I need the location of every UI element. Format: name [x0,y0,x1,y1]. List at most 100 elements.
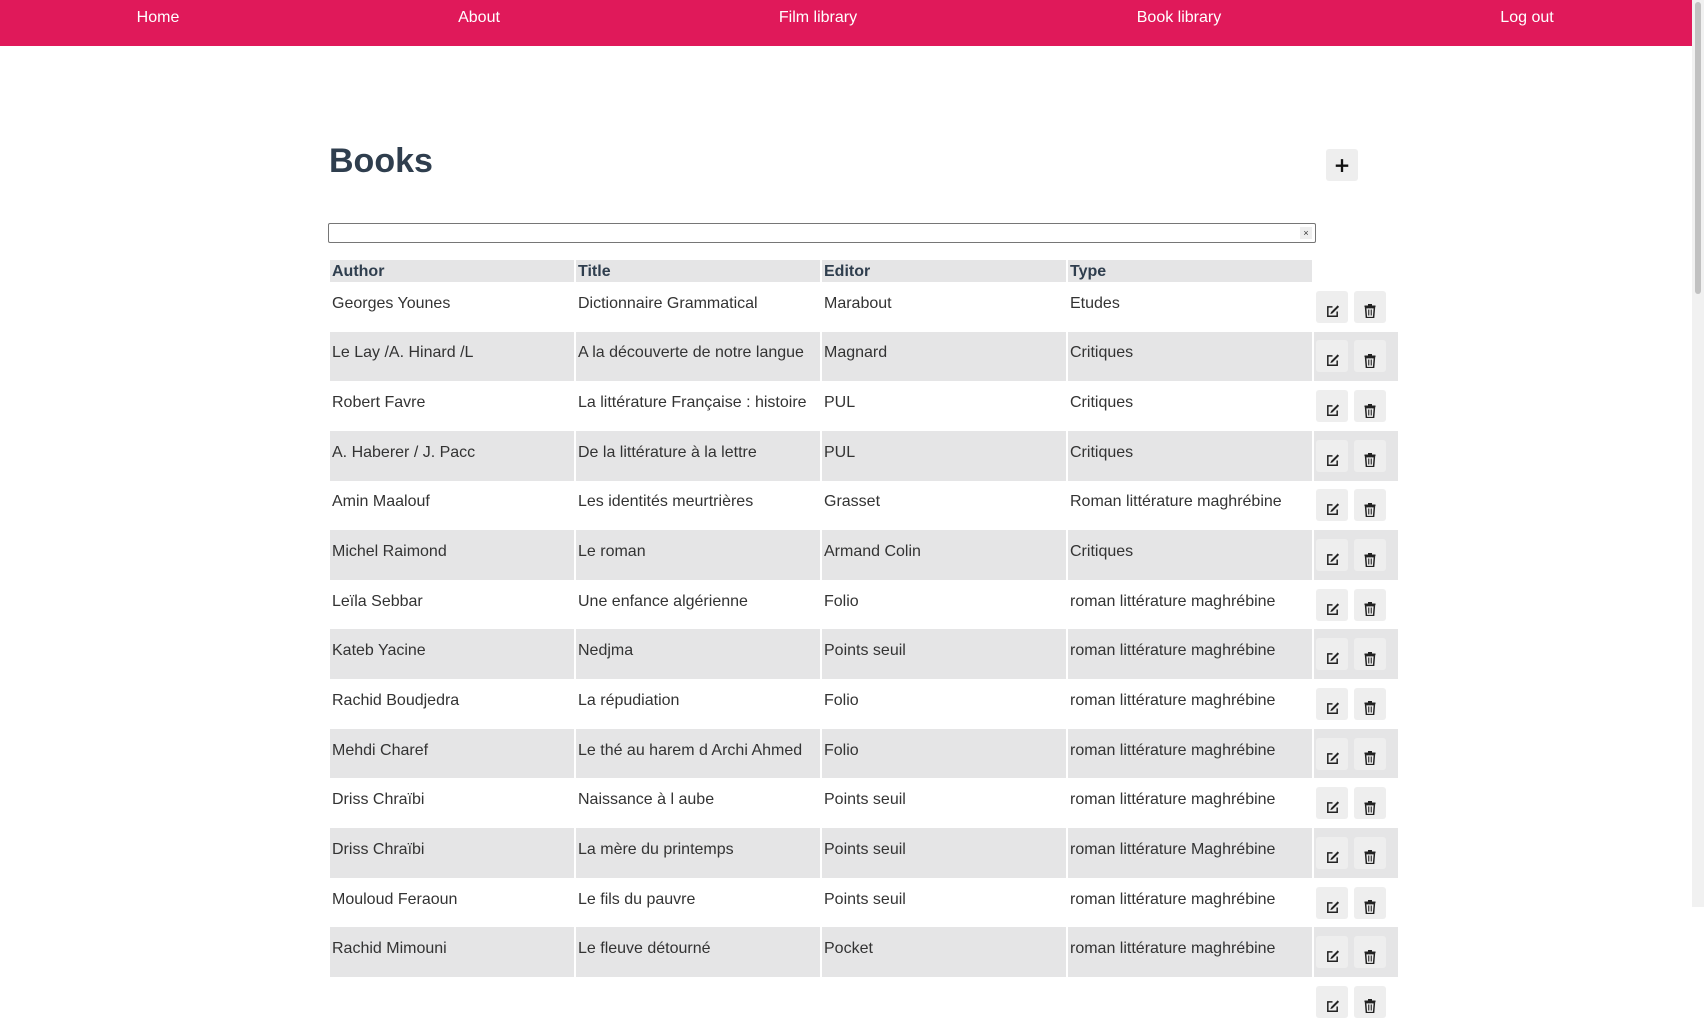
delete-button[interactable] [1354,390,1386,423]
edit-icon [1316,701,1348,716]
author-cell: Rachid Mimouni [330,927,574,977]
edit-button[interactable] [1316,390,1348,423]
author-cell: Driss Chraïbi [332,791,425,809]
delete-button[interactable] [1354,638,1386,671]
delete-button[interactable] [1354,985,1386,1018]
author-cell: Driss Chraïbi [330,828,574,878]
edit-button[interactable] [1316,439,1348,472]
delete-button[interactable] [1354,787,1386,820]
type-cell: Critiques [1068,530,1312,580]
trash-icon [1354,949,1386,964]
edit-button[interactable] [1316,340,1348,373]
author-cell: Michel Raimond [330,530,574,580]
row-actions [1314,481,1398,531]
nav-home-link[interactable]: Home [137,9,180,27]
edit-button[interactable] [1316,936,1348,969]
trash-icon [1354,701,1386,716]
title-cell: Une enfance algérienne [578,592,748,610]
edit-button[interactable] [1316,737,1348,770]
add-book-button[interactable]: + [1326,149,1358,181]
edit-button[interactable] [1316,588,1348,621]
delete-button[interactable] [1354,687,1386,720]
delete-button[interactable] [1354,340,1386,373]
search-box: × [328,223,1316,243]
row-actions [1314,530,1398,580]
editor-cell: PUL [822,430,1066,481]
title-cell: Naissance à l aube [578,791,715,809]
column-header-author: Author [330,260,574,282]
edit-icon [1316,304,1348,319]
table-row: Amin Maalouf Les identités meurtrières Gra… [330,481,1398,531]
edit-button[interactable] [1316,985,1348,1018]
page-scrollbar[interactable] [1692,0,1704,907]
trash-icon [1354,900,1386,914]
delete-button[interactable] [1354,290,1386,323]
edit-button[interactable] [1316,638,1348,671]
editor-cell: Points seuil [822,629,1066,680]
edit-button[interactable] [1316,787,1348,820]
editor-cell: Magnard [822,331,1066,382]
delete-button[interactable] [1354,539,1386,572]
table-row: Rachid Boudjedra La répudiation Folio roman… [330,679,1398,729]
delete-button[interactable] [1354,936,1386,969]
edit-icon [1316,552,1348,567]
delete-button[interactable] [1354,836,1386,869]
type-cell: Roman littérature maghrébine [1070,493,1282,511]
table-row: Rachid Mimouni Le fleuve détourné Pocket ro… [330,927,1398,977]
table-row: Le Lay /A. Hinard /L A la découverte de n… [330,331,1398,382]
nav-book-library-link[interactable]: Book library [1137,9,1221,27]
author-cell: Amin Maalouf [332,493,430,511]
table-row [330,977,1398,1027]
edit-icon [1316,403,1348,418]
type-cell: roman littérature maghrébine [1070,890,1276,908]
title-cell: La répudiation [578,691,680,709]
editor-cell: Points seuil [824,890,906,908]
row-actions [1314,331,1398,382]
type-cell [1068,977,1312,1027]
table-row: Robert Favre La littérature Française : h… [330,381,1398,431]
edit-icon [1316,453,1348,468]
trash-icon [1354,651,1386,666]
type-cell: roman littérature maghrébine [1070,592,1276,610]
title-cell: Nedjma [576,629,820,680]
edit-button[interactable] [1316,886,1348,919]
delete-button[interactable] [1354,588,1386,621]
delete-button[interactable] [1354,439,1386,472]
row-actions [1314,828,1398,878]
edit-button[interactable] [1316,836,1348,869]
edit-button[interactable] [1316,489,1348,522]
trash-icon [1354,353,1386,368]
search-clear-button[interactable]: × [1300,227,1312,239]
nav-log-out-link[interactable]: Log out [1500,9,1553,27]
type-cell: roman littérature maghrébine [1068,728,1312,779]
books-table: Author Title Editor Type Georges Younes D… [328,260,1400,1027]
table-row: Driss Chraïbi Naissance à l aube Points se… [330,778,1398,828]
edit-button[interactable] [1316,290,1348,323]
type-cell: Critiques [1070,394,1134,412]
title-cell: Le roman [576,530,820,580]
column-header-actions [1314,260,1398,282]
table-row: Mehdi Charef Le thé au harem d Archi Ahme… [330,728,1398,779]
nav-about-link[interactable]: About [458,9,500,27]
edit-button[interactable] [1316,539,1348,572]
author-cell: Le Lay /A. Hinard /L [330,331,574,382]
trash-icon [1354,800,1386,815]
edit-icon [1316,949,1348,964]
delete-button[interactable] [1354,489,1386,522]
search-input[interactable] [331,225,1299,241]
title-cell: A la découverte de notre langue [576,331,820,382]
type-cell: Critiques [1068,430,1312,481]
row-actions [1314,728,1398,779]
editor-cell: Folio [824,691,859,709]
delete-button[interactable] [1354,886,1386,919]
editor-cell: PUL [824,394,856,412]
nav-film-library-link[interactable]: Film library [779,9,857,27]
edit-icon [1316,999,1348,1014]
author-cell: Mouloud Feraoun [332,890,458,908]
editor-cell: Armand Colin [822,530,1066,580]
delete-button[interactable] [1354,737,1386,770]
scrollbar-thumb[interactable] [1695,2,1701,294]
table-row: Michel Raimond Le roman Armand Colin Critiq… [330,530,1398,580]
edit-button[interactable] [1316,687,1348,720]
table-row: A. Haberer / J. Pacc De la littérature à … [330,430,1398,481]
